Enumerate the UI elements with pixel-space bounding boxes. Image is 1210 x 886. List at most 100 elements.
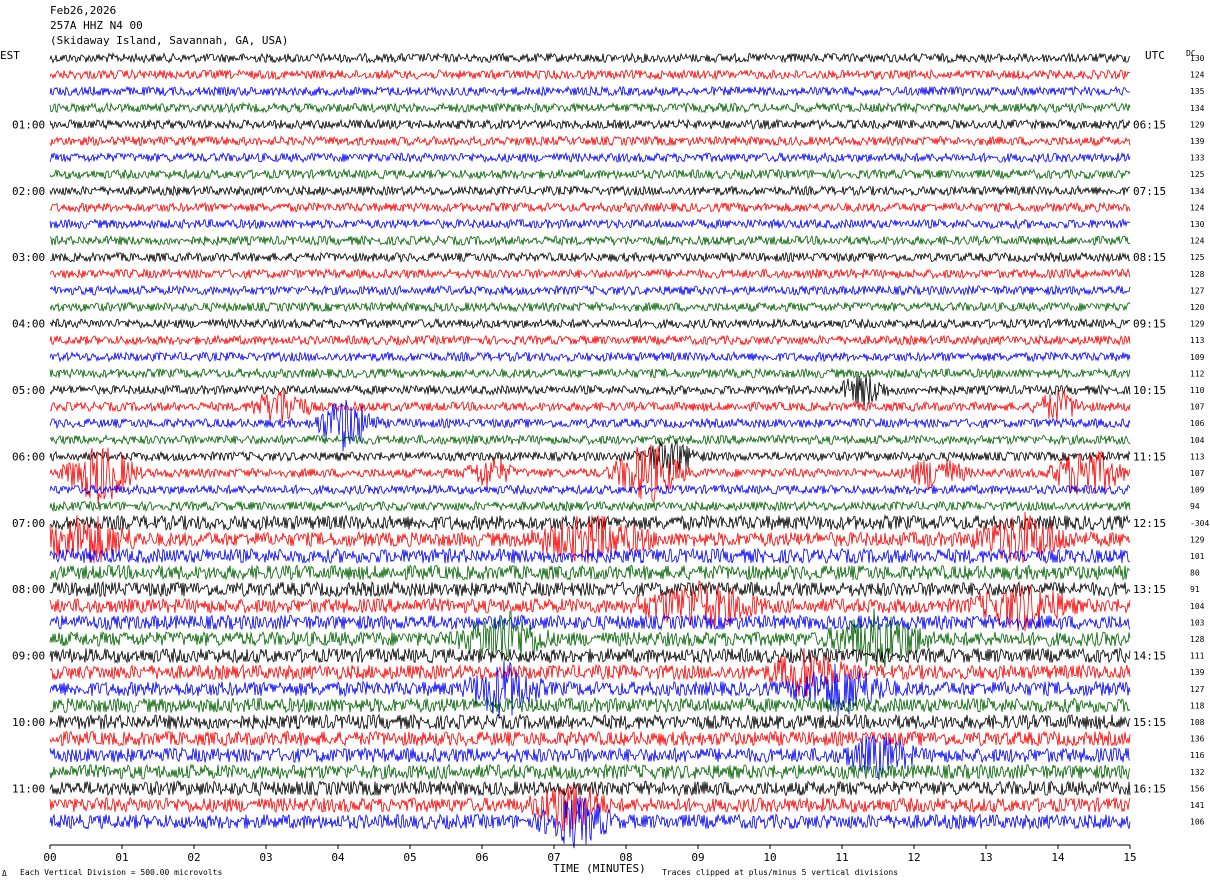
- trace-line: [49, 440, 1131, 476]
- dc-offset-label: 111: [1190, 652, 1205, 661]
- dc-offset-label: 103: [1190, 618, 1205, 627]
- dc-offset-label: 124: [1190, 71, 1205, 80]
- dc-offset-label: 130: [1190, 220, 1205, 229]
- left-time-label: 09:00: [12, 650, 45, 663]
- trace-line: [49, 251, 1131, 264]
- trace-line: [49, 168, 1131, 181]
- trace-line: [49, 201, 1131, 214]
- x-tick-label: 00: [43, 851, 56, 864]
- trace-line: [49, 367, 1131, 380]
- right-time-label: 07:15: [1133, 185, 1166, 198]
- clip-note: Traces clipped at plus/minus 5 vertical …: [662, 868, 899, 877]
- right-time-label: 10:15: [1133, 384, 1166, 397]
- dc-offset-label: 109: [1190, 486, 1205, 495]
- dc-offset-label: 101: [1190, 552, 1205, 561]
- right-time-label: 12:15: [1133, 517, 1166, 530]
- dc-offset-label: 136: [1190, 735, 1205, 744]
- trace-line: [49, 234, 1131, 247]
- trace-line: [49, 580, 1131, 598]
- x-tick-label: 06: [475, 851, 488, 864]
- trace-line: [49, 613, 1131, 631]
- dc-offset-label: 139: [1190, 668, 1205, 677]
- trace-line: [49, 184, 1130, 197]
- trace-line: [49, 647, 1131, 665]
- x-tick-label: 11: [835, 851, 848, 864]
- dc-offset-label: 107: [1190, 403, 1205, 412]
- trace-line: [49, 267, 1131, 280]
- dc-offset-label: 124: [1190, 237, 1205, 246]
- trace-line: [49, 101, 1131, 114]
- x-tick-label: 13: [979, 851, 992, 864]
- logo-mark: Δ: [2, 869, 7, 878]
- trace-line: [49, 730, 1131, 748]
- trace-line: [49, 284, 1131, 297]
- dc-offset-label: 109: [1190, 353, 1205, 362]
- left-time-label: 02:00: [12, 185, 45, 198]
- right-time-label: 06:15: [1133, 118, 1166, 131]
- dc-offset-label: 120: [1190, 303, 1205, 312]
- right-time-label: 14:15: [1133, 650, 1166, 663]
- trace-line: [49, 317, 1131, 330]
- trace-line: [49, 696, 1131, 714]
- seismogram-plot: 00 01 02 03 04 05 06 07 08 09 10 11 12 13 14 15 1301241…: [12, 51, 1209, 864]
- dc-offset-label: 128: [1190, 635, 1205, 644]
- dc-offset-label: 139: [1190, 137, 1205, 146]
- x-tick-label: 01: [115, 851, 128, 864]
- dc-offset-label: 108: [1190, 718, 1205, 727]
- dc-offset-label: 127: [1190, 685, 1205, 694]
- left-time-label: 08:00: [12, 583, 45, 596]
- left-time-label: 06:00: [12, 450, 45, 463]
- left-time-label: 04:00: [12, 318, 45, 331]
- trace-line: [49, 85, 1131, 97]
- dc-offset-label: 130: [1190, 54, 1205, 63]
- dc-offset-label: 118: [1190, 701, 1205, 710]
- dc-offset-label: 135: [1190, 87, 1205, 96]
- left-time-label: 11:00: [12, 782, 45, 795]
- left-time-label: 01:00: [12, 118, 45, 131]
- right-time-label: 09:15: [1133, 318, 1166, 331]
- dc-offset-label: 110: [1190, 386, 1205, 395]
- dc-offset-label: 133: [1190, 154, 1205, 163]
- dc-offset-label: 132: [1190, 768, 1205, 777]
- dc-offset-label: 128: [1190, 270, 1205, 279]
- x-tick-label: 14: [1051, 851, 1065, 864]
- trace-line: [49, 68, 1131, 81]
- dc-offset-label: 124: [1190, 203, 1205, 212]
- x-tick-label: 05: [403, 851, 416, 864]
- left-time-label: 10:00: [12, 716, 45, 729]
- trace-line: [49, 433, 1131, 446]
- dc-offset-label: 125: [1190, 253, 1205, 262]
- trace-line: [49, 301, 1131, 313]
- x-tick-label: 02: [187, 851, 200, 864]
- trace-line: [49, 118, 1131, 131]
- dc-offset-label: 129: [1190, 120, 1205, 129]
- right-time-label: 11:15: [1133, 450, 1166, 463]
- trace-line: [49, 334, 1131, 347]
- x-tick-label: 10: [763, 851, 776, 864]
- dc-offset-label: 106: [1190, 818, 1205, 827]
- trace-line: [49, 388, 1131, 424]
- x-tick-label: 03: [259, 851, 272, 864]
- right-time-label: 15:15: [1133, 716, 1166, 729]
- trace-line: [49, 483, 1131, 496]
- seismogram-traces: [49, 51, 1131, 849]
- dc-offset-label: 91: [1190, 585, 1200, 594]
- dc-offset-label: 80: [1190, 569, 1200, 578]
- trace-line: [49, 547, 1131, 565]
- right-time-label: 16:15: [1133, 782, 1166, 795]
- left-time-label: 05:00: [12, 384, 45, 397]
- right-time-label: 13:15: [1133, 583, 1166, 596]
- dc-offset-label: 113: [1190, 452, 1205, 461]
- trace-line: [49, 795, 1131, 849]
- dc-offset-label: -304: [1190, 519, 1209, 528]
- dc-offset-label: 104: [1190, 436, 1205, 445]
- dc-offset-label: 141: [1190, 801, 1205, 810]
- trace-line: [49, 763, 1131, 781]
- x-tick-label: 15: [1123, 851, 1136, 864]
- dc-offset-label: 94: [1190, 502, 1200, 511]
- dc-offset-label: 106: [1190, 419, 1205, 428]
- dc-offset-label: 116: [1190, 751, 1205, 760]
- dc-offset-label: 125: [1190, 170, 1205, 179]
- trace-line: [49, 51, 1131, 64]
- dc-offset-label: 113: [1190, 336, 1205, 345]
